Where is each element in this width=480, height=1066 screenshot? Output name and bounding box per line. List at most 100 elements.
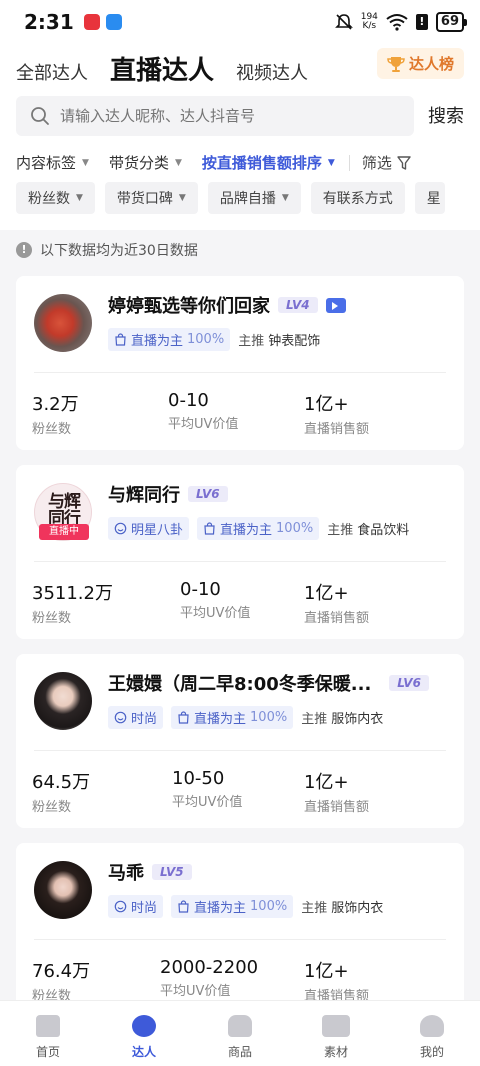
tag-live-main: 直播为主 100% xyxy=(171,706,294,729)
content-tag-filter[interactable]: 内容标签 ▼ xyxy=(16,152,89,173)
stat-uv: 2000-2200 平均UV价值 xyxy=(160,957,258,999)
chip-brand-self-live[interactable]: 品牌自播 ▼ xyxy=(207,182,301,214)
level-badge: LV5 xyxy=(152,864,192,880)
caret-down-icon: ▼ xyxy=(281,193,289,203)
search-box[interactable] xyxy=(16,96,414,136)
stat-label: 平均UV价值 xyxy=(180,606,251,621)
creator-tags: 时尚 直播为主 100% 主推 服饰内衣 xyxy=(108,706,383,729)
chip-reputation[interactable]: 带货口碑 ▼ xyxy=(104,182,198,214)
video-camera-icon xyxy=(325,297,346,313)
main-category-label: 主推 xyxy=(301,712,328,727)
tag-percent: 100% xyxy=(250,899,288,914)
stat-value: 3.2万 xyxy=(32,394,79,415)
status-time: 2:31 xyxy=(24,10,74,34)
creator-name-row: 马乖 LV5 xyxy=(108,859,192,885)
stat-label: 粉丝数 xyxy=(32,611,72,626)
stat-uv: 10-50 平均UV价值 xyxy=(172,768,242,810)
creator-rank-button[interactable]: 达人榜 xyxy=(376,48,464,79)
stat-value: 1亿+ xyxy=(304,961,349,982)
stat-label: 粉丝数 xyxy=(32,800,72,815)
stat-label: 直播销售额 xyxy=(304,800,370,815)
category-filter[interactable]: 带货分类 ▼ xyxy=(109,152,182,173)
nav-materials[interactable]: 素材 xyxy=(288,1001,384,1066)
stat-live-sales: 1亿+ 直播销售额 xyxy=(304,579,369,626)
main-category-label: 主推 xyxy=(238,334,265,349)
stat-value: 3511.2万 xyxy=(32,583,113,604)
tag-label: 时尚 xyxy=(131,901,158,916)
notice-text: 以下数据均为近30日数据 xyxy=(40,243,198,259)
caret-down-icon: ▼ xyxy=(174,157,182,168)
creator-card[interactable]: 与辉同行 直播中 与辉同行 LV6 明星八卦 直播为主 100% 主推 食品饮料… xyxy=(16,465,464,639)
avatar-logo-text: 与辉同行 xyxy=(48,492,81,529)
divider xyxy=(34,372,446,373)
divider xyxy=(348,154,350,171)
nav-home[interactable]: 首页 xyxy=(0,1001,96,1066)
tag-live-main: 直播为主 100% xyxy=(108,328,231,351)
chip-truncated[interactable]: 星 xyxy=(414,182,445,214)
stat-value: 1亿+ xyxy=(304,583,349,604)
stat-live-sales: 1亿+ 直播销售额 xyxy=(304,768,369,815)
tag-label: 明星八卦 xyxy=(131,523,184,538)
level-badge: LV6 xyxy=(389,675,429,691)
chip-fans[interactable]: 粉丝数 ▼ xyxy=(16,182,95,214)
screen-label: 筛选 xyxy=(361,154,392,172)
tag-label: 直播为主 xyxy=(194,712,247,727)
stat-value: 1亿+ xyxy=(304,394,349,415)
nav-label: 首页 xyxy=(35,1045,60,1059)
stat-label: 平均UV价值 xyxy=(160,984,231,999)
filter-label: 带货分类 xyxy=(108,154,169,172)
sort-by-live-sales[interactable]: 按直播销售额排序 ▼ xyxy=(202,152,335,173)
stat-value: 1亿+ xyxy=(304,772,349,793)
quick-filter-chips: 粉丝数 ▼ 带货口碑 ▼ 品牌自播 ▼ 有联系方式 星 xyxy=(16,182,445,214)
home-icon xyxy=(36,1015,60,1037)
chip-has-contact[interactable]: 有联系方式 xyxy=(310,182,405,214)
stat-label: 直播销售额 xyxy=(304,422,370,437)
creator-tags: 明星八卦 直播为主 100% 主推 食品饮料 xyxy=(108,517,409,540)
network-speed: 194 K/s xyxy=(360,12,378,31)
trophy-icon xyxy=(387,56,405,72)
shopping-bag-icon xyxy=(178,900,189,913)
tab-all-creators[interactable]: 全部达人 xyxy=(16,59,88,85)
tag-label: 直播为主 xyxy=(220,523,273,538)
stat-value: 0-10 xyxy=(180,579,221,600)
divider xyxy=(34,750,446,751)
battery-indicator: 69 xyxy=(435,12,468,32)
video-icon xyxy=(322,1015,350,1037)
nav-creators[interactable]: 达人 xyxy=(96,1001,192,1066)
search-input[interactable] xyxy=(60,107,390,125)
tab-video-creators[interactable]: 视频达人 xyxy=(236,59,308,85)
alert-icon: ! xyxy=(415,14,428,30)
tag-label: 直播为主 xyxy=(131,334,184,349)
filter-label: 内容标签 xyxy=(16,154,77,172)
bell-mute-icon xyxy=(334,14,353,30)
caret-down-icon: ▼ xyxy=(327,157,335,168)
shopping-bag-icon xyxy=(204,522,215,535)
creator-card[interactable]: 婷婷甄选等你们回家 LV4 直播为主 100% 主推 钟表配饰 3.2万 粉丝数 … xyxy=(16,276,464,450)
level-badge: LV4 xyxy=(278,297,318,313)
creator-name-row: 与辉同行 LV6 xyxy=(108,481,228,507)
avatar xyxy=(34,861,92,919)
chip-label: 带货口碑 xyxy=(116,191,173,207)
tab-live-creators[interactable]: 直播达人 xyxy=(110,50,214,87)
stat-value: 64.5万 xyxy=(32,772,91,793)
caret-down-icon: ▼ xyxy=(178,193,186,203)
nav-label: 我的 xyxy=(419,1045,444,1059)
tag-live-main: 直播为主 100% xyxy=(171,895,294,918)
chip-label: 有联系方式 xyxy=(322,191,393,207)
creator-name-row: 王嬛嬛（周二早8:00冬季保暖... LV6 xyxy=(108,670,429,696)
search-button[interactable]: 搜索 xyxy=(428,102,464,128)
nav-products[interactable]: 商品 xyxy=(192,1001,288,1066)
main-category-label: 主推 xyxy=(301,901,328,916)
creator-name: 马乖 xyxy=(108,863,144,884)
creator-icon xyxy=(132,1015,156,1037)
creator-card[interactable]: 马乖 LV5 时尚 直播为主 100% 主推 服饰内衣 76.4万 粉丝数 200… xyxy=(16,843,464,1017)
header: 全部达人 直播达人 视频达人 达人榜 搜索 内容标签 ▼ 带货分类 ▼ 按直播销售额… xyxy=(0,44,480,230)
rank-button-label: 达人榜 xyxy=(408,55,454,73)
chip-label: 星 xyxy=(426,191,441,207)
creator-tags: 直播为主 100% 主推 钟表配饰 xyxy=(108,328,320,351)
creator-name: 婷婷甄选等你们回家 xyxy=(108,296,270,317)
stat-label: 粉丝数 xyxy=(32,422,72,437)
nav-mine[interactable]: 我的 xyxy=(384,1001,480,1066)
creator-card[interactable]: 王嬛嬛（周二早8:00冬季保暖... LV6 时尚 直播为主 100% 主推 服… xyxy=(16,654,464,828)
screen-filter-button[interactable]: 筛选 xyxy=(362,152,412,173)
